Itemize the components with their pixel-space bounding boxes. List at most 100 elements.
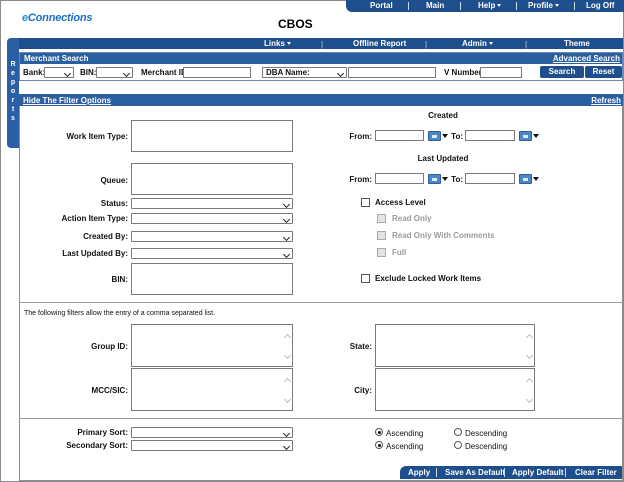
read-only-checkbox[interactable] bbox=[377, 214, 386, 223]
read-only-comments-checkbox[interactable] bbox=[377, 231, 386, 240]
bin-label: BIN: bbox=[80, 68, 97, 77]
chevron-down-icon bbox=[286, 42, 291, 46]
group-id-label: Group ID: bbox=[91, 342, 128, 351]
work-item-type-label: Work Item Type: bbox=[66, 132, 129, 141]
chevron-down-icon[interactable] bbox=[533, 134, 539, 138]
nav-logoff[interactable]: Log Off bbox=[586, 1, 614, 10]
secondary-sort-select[interactable] bbox=[131, 440, 293, 451]
last-updated-by-select[interactable] bbox=[131, 248, 293, 259]
last-updated-by-label: Last Updated By: bbox=[62, 249, 128, 258]
apply-button[interactable]: Apply bbox=[408, 468, 430, 477]
access-level-label: Access Level bbox=[375, 198, 426, 207]
nav-admin[interactable]: Admin bbox=[462, 39, 493, 48]
primary-sort-select[interactable] bbox=[131, 427, 293, 438]
calendar-icon[interactable] bbox=[428, 174, 441, 184]
save-as-default-button[interactable]: Save As Default bbox=[445, 468, 505, 477]
dba-select-value: DBA Name: bbox=[266, 68, 310, 77]
primary-ascending-label: Ascending bbox=[386, 429, 424, 438]
nav-theme[interactable]: Theme bbox=[564, 39, 590, 48]
side-tab-letter: e bbox=[11, 70, 15, 77]
exclude-locked-checkbox[interactable] bbox=[361, 274, 370, 283]
nav-separator bbox=[574, 2, 575, 10]
access-level-checkbox[interactable] bbox=[361, 198, 370, 207]
created-header: Created bbox=[428, 111, 458, 120]
bin-select[interactable] bbox=[96, 67, 133, 78]
full-checkbox[interactable] bbox=[377, 248, 386, 257]
created-to-input[interactable] bbox=[465, 130, 515, 141]
primary-descending-label: Descending bbox=[465, 429, 508, 438]
v-number-input[interactable] bbox=[480, 67, 522, 78]
merchant-id-input[interactable] bbox=[183, 67, 251, 78]
merchant-search-header: Merchant Search Advanced Search bbox=[20, 53, 622, 64]
nav-links[interactable]: Links bbox=[264, 39, 291, 48]
scroll-down-icon[interactable] bbox=[283, 351, 292, 360]
side-tab-letter: r bbox=[11, 97, 15, 104]
dba-select[interactable]: DBA Name: bbox=[262, 67, 347, 78]
secondary-descending-label: Descending bbox=[465, 442, 508, 451]
scroll-up-icon[interactable] bbox=[525, 333, 534, 342]
bin-filter-list[interactable] bbox=[131, 263, 293, 295]
last-updated-header: Last Updated bbox=[417, 154, 469, 163]
dba-name-input[interactable] bbox=[348, 67, 436, 78]
primary-ascending-radio[interactable] bbox=[375, 428, 383, 436]
updated-from-input[interactable] bbox=[375, 173, 424, 184]
created-by-select[interactable] bbox=[131, 231, 293, 242]
secondary-ascending-radio[interactable] bbox=[375, 441, 383, 449]
nav-offline-report[interactable]: Offline Report bbox=[353, 39, 406, 48]
primary-descending-radio[interactable] bbox=[454, 428, 462, 436]
comma-separated-note: The following filters allow the entry of… bbox=[24, 310, 216, 317]
side-tab-letter: t bbox=[11, 106, 15, 113]
calendar-icon[interactable] bbox=[519, 174, 532, 184]
nav-profile-label: Profile bbox=[528, 1, 553, 10]
calendar-icon[interactable] bbox=[519, 131, 532, 141]
nav-help[interactable]: Help bbox=[478, 1, 502, 10]
advanced-search-link[interactable]: Advanced Search bbox=[553, 54, 620, 63]
created-by-label: Created By: bbox=[83, 232, 128, 241]
refresh-link[interactable]: Refresh bbox=[591, 96, 621, 105]
hide-filter-options-link[interactable]: Hide The Filter Options bbox=[23, 96, 111, 105]
created-from-input[interactable] bbox=[375, 130, 424, 141]
updated-to-input[interactable] bbox=[465, 173, 515, 184]
apply-default-button[interactable]: Apply Default bbox=[512, 468, 564, 477]
nav-separator: | bbox=[425, 40, 428, 49]
scroll-down-icon[interactable] bbox=[525, 351, 534, 360]
divider bbox=[19, 418, 623, 419]
scroll-up-icon[interactable] bbox=[525, 377, 534, 386]
bank-select[interactable] bbox=[44, 67, 74, 78]
clear-filter-button[interactable]: Clear Filter bbox=[575, 468, 617, 477]
city-textarea[interactable] bbox=[375, 368, 535, 411]
group-id-textarea[interactable] bbox=[131, 324, 293, 367]
work-item-type-list[interactable] bbox=[131, 120, 293, 152]
chevron-down-icon[interactable] bbox=[533, 177, 539, 181]
nav-separator: | bbox=[321, 40, 324, 49]
scroll-down-icon[interactable] bbox=[283, 395, 292, 404]
state-textarea[interactable] bbox=[375, 324, 535, 367]
secondary-nav: Links | Offline Report | Admin | Theme bbox=[19, 38, 623, 49]
search-button[interactable]: Search bbox=[540, 66, 584, 78]
page-title: CBOS bbox=[278, 17, 313, 31]
mcc-sic-textarea[interactable] bbox=[131, 368, 293, 411]
nav-admin-label: Admin bbox=[462, 39, 487, 48]
secondary-sort-label: Secondary Sort: bbox=[66, 441, 128, 450]
nav-portal[interactable]: Portal bbox=[370, 1, 393, 10]
chevron-down-icon bbox=[488, 42, 493, 46]
scroll-up-icon[interactable] bbox=[283, 377, 292, 386]
status-select[interactable] bbox=[131, 198, 293, 209]
econnections-logo[interactable]: eConnections bbox=[22, 12, 93, 24]
action-item-type-select[interactable] bbox=[131, 213, 293, 224]
exclude-locked-label: Exclude Locked Work Items bbox=[375, 274, 482, 283]
secondary-descending-radio[interactable] bbox=[454, 441, 462, 449]
nav-profile[interactable]: Profile bbox=[528, 1, 559, 10]
scroll-down-icon[interactable] bbox=[525, 395, 534, 404]
reset-button[interactable]: Reset bbox=[585, 66, 622, 78]
chevron-down-icon bbox=[554, 4, 559, 8]
scroll-up-icon[interactable] bbox=[283, 333, 292, 342]
calendar-icon[interactable] bbox=[428, 131, 441, 141]
action-item-type-label: Action Item Type: bbox=[61, 214, 128, 223]
nav-main[interactable]: Main bbox=[426, 1, 444, 10]
full-label: Full bbox=[392, 248, 407, 257]
queue-list[interactable] bbox=[131, 163, 293, 195]
mcc-sic-label: MCC/SIC: bbox=[91, 386, 128, 395]
divider bbox=[19, 302, 623, 303]
reports-side-tab[interactable]: R e p o r t s bbox=[7, 38, 19, 148]
